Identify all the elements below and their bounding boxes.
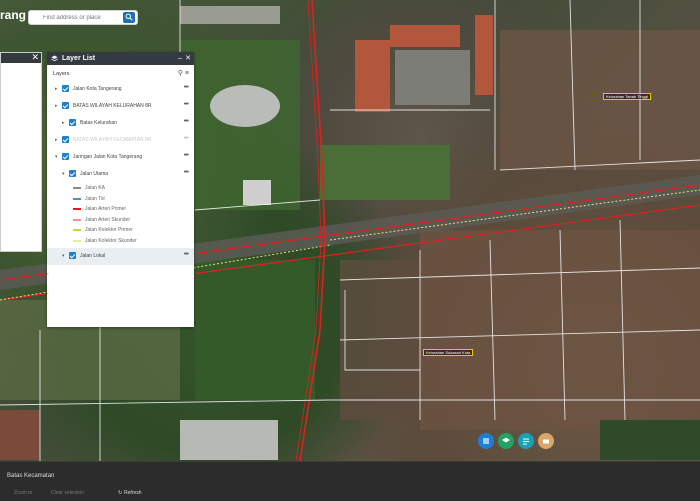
layer-row[interactable]: ▾ Jalan Lokal •••	[47, 248, 194, 265]
layers-icon	[51, 55, 58, 62]
layer-label: Jaringan Jalan Kota Tangerang	[73, 154, 143, 160]
map-label-area: Kelurahan Sukasari Kota	[423, 349, 474, 356]
more-icon[interactable]: •••	[184, 251, 189, 258]
legend-label: Jalan Tol	[85, 195, 105, 202]
legend-item: Jalan KA	[47, 183, 194, 194]
layer-checkbox[interactable]	[62, 85, 69, 92]
more-icon[interactable]: •••	[184, 169, 189, 176]
search-icon[interactable]: ⚲	[178, 70, 183, 77]
filter-icon[interactable]: ≡	[185, 70, 189, 77]
legend-swatch	[73, 229, 81, 231]
expand-icon[interactable]: ▸	[62, 120, 65, 126]
more-icon[interactable]: •••	[184, 101, 189, 108]
layer-checkbox[interactable]	[69, 119, 76, 126]
side-panel: ✕	[0, 52, 42, 252]
top-bar: rang	[0, 0, 150, 30]
list-button[interactable]	[478, 433, 494, 449]
layer-label: Batas Kelurahan	[80, 120, 117, 126]
layer-row[interactable]: ▸ BATAS WILAYAH KELURAHAN 8R •••	[47, 98, 194, 115]
legend-label: Jalan Kolektor Primer	[85, 227, 133, 233]
expand-icon[interactable]: ▾	[62, 171, 65, 177]
layer-checkbox[interactable]	[62, 136, 69, 143]
map-label-area: Kelurahan Tanah Tinggi	[603, 93, 651, 100]
attribute-table-panel: Batas Kecamatan Zoom to Clear selection …	[0, 461, 700, 501]
layer-checkbox[interactable]	[69, 170, 76, 177]
layer-checkbox[interactable]	[62, 153, 69, 160]
layer-row[interactable]: ▾ Jaringan Jalan Kota Tangerang •••	[47, 149, 194, 166]
expand-icon[interactable]: ▾	[55, 154, 58, 160]
close-icon[interactable]: ✕	[185, 52, 191, 65]
more-icon[interactable]: •••	[184, 84, 189, 91]
layer-label: Jalan Kota Tangerang	[73, 86, 122, 92]
legend-label: Jalan Arteri Primer	[85, 206, 127, 212]
search-input[interactable]	[43, 12, 121, 23]
legend-item: Jalan Arteri Skunder	[47, 215, 194, 226]
refresh-button[interactable]: ↻	[118, 490, 122, 496]
print-icon	[543, 439, 549, 444]
legend-swatch	[73, 239, 81, 242]
list-icon	[483, 438, 489, 444]
layers-subheader: Layers ⚲ ≡	[47, 65, 194, 81]
close-icon[interactable]: ✕	[31, 52, 39, 62]
legend-swatch	[73, 187, 81, 189]
legend-swatch	[73, 208, 81, 210]
legend-label: Jalan Arteri Skunder	[85, 216, 131, 223]
search-icon[interactable]	[123, 12, 135, 23]
refresh-label[interactable]: Refresh	[124, 490, 142, 496]
layer-list-header: Layer List – ✕	[47, 52, 194, 65]
layer-list-widget: Layer List – ✕ Layers ⚲ ≡ ▸ Jalan Kota T…	[47, 52, 194, 327]
more-icon[interactable]: •••	[184, 135, 189, 142]
layers-label: Layers	[53, 71, 70, 77]
print-button[interactable]	[538, 433, 554, 449]
layer-list-title: Layer List	[62, 55, 96, 62]
layer-row[interactable]: ▸ BATAS WILAYAH KECAMATAN 8R •••	[47, 132, 194, 149]
refresh-icon: ↻	[118, 490, 123, 496]
clear-selection-button[interactable]: Clear selection	[51, 490, 84, 496]
layer-label: BATAS WILAYAH KECAMATAN 8R	[73, 137, 152, 143]
app-title: rang	[0, 8, 27, 22]
zoom-to-button[interactable]: Zoom to	[14, 490, 32, 496]
layer-row[interactable]: ▸ Jalan Kota Tangerang •••	[47, 81, 194, 98]
layer-label: Jalan Lokal	[80, 253, 106, 259]
layer-checkbox[interactable]	[62, 102, 69, 109]
legend-swatch	[73, 197, 81, 200]
legend-button[interactable]	[518, 433, 534, 449]
legend-item: Jalan Kolektor Skunder	[47, 236, 194, 247]
layers-button[interactable]	[498, 433, 514, 449]
legend-item: Jalan Kolektor Primer	[47, 225, 194, 236]
layers-icon	[502, 437, 510, 443]
legend-label: Jalan KA	[85, 185, 106, 191]
legend-swatch	[73, 218, 81, 221]
layer-checkbox[interactable]	[69, 252, 76, 259]
legend-icon	[523, 438, 529, 445]
layer-label: BATAS WILAYAH KELURAHAN 8R	[73, 103, 152, 109]
expand-icon[interactable]: ▸	[55, 86, 58, 92]
layer-label: Jalan Utama	[80, 171, 109, 177]
minimize-icon[interactable]: –	[178, 52, 182, 65]
layer-row[interactable]: ▾ Jalan Utama •••	[47, 166, 194, 183]
more-icon[interactable]: •••	[184, 152, 189, 159]
search-box[interactable]	[28, 10, 138, 25]
attribute-table-title: Batas Kecamatan	[7, 473, 55, 479]
legend-item: Jalan Tol	[47, 194, 194, 205]
expand-icon[interactable]: ▾	[62, 253, 65, 259]
expand-icon[interactable]: ▸	[55, 137, 58, 143]
legend-label: Jalan Kolektor Skunder	[85, 237, 137, 244]
legend-item: Jalan Arteri Primer	[47, 204, 194, 215]
layer-row[interactable]: ▸ Batas Kelurahan •••	[47, 115, 194, 132]
more-icon[interactable]: •••	[184, 118, 189, 125]
expand-icon[interactable]: ▸	[55, 103, 58, 109]
